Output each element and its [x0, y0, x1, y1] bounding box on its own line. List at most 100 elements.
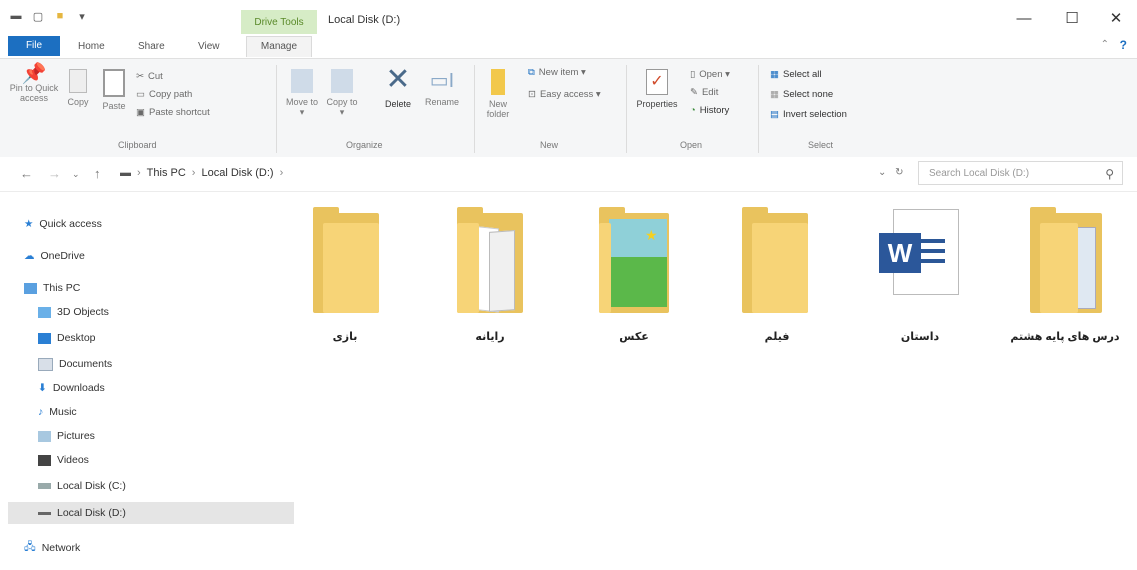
folder-label: درس های پایه هشتم — [1010, 331, 1120, 343]
ribbon-separator — [276, 65, 277, 153]
nav-item-onedrive[interactable]: ☁ OneDrive — [24, 246, 85, 266]
nav-label: Downloads — [52, 382, 105, 394]
select-none-button[interactable]: ▦ Select none — [770, 89, 833, 100]
breadcrumb-this-pc[interactable]: This PC — [147, 167, 186, 179]
open-button[interactable]: ▯ Open ▾ — [690, 69, 730, 80]
refresh-icon[interactable]: ↻ — [895, 167, 903, 178]
copy-to-label: Copy to ▾ — [326, 97, 358, 117]
breadcrumb-separator: › — [279, 167, 284, 179]
history-label: History — [699, 105, 730, 116]
new-folder-button[interactable]: New folder — [480, 69, 516, 119]
collapse-ribbon-icon[interactable]: ⌃ — [1101, 39, 1109, 50]
breadcrumb-local-disk-d[interactable]: Local Disk (D:) — [201, 167, 273, 179]
nav-item-desktop[interactable]: Desktop — [38, 328, 96, 348]
nav-item-network[interactable]: 🖧 Network — [24, 538, 80, 558]
nav-item-quick-access[interactable]: ★ Quick access — [24, 214, 102, 234]
customize-qat-icon[interactable]: ▾ — [74, 8, 90, 24]
back-arrow-icon[interactable]: ← — [20, 166, 33, 181]
invert-selection-button[interactable]: ▤ Invert selection — [770, 109, 847, 120]
nav-item-local-disk-d[interactable]: Local Disk (D:) — [38, 503, 126, 523]
paste-shortcut-label: Paste shortcut — [148, 107, 210, 118]
new-folder-icon[interactable]: ■ — [52, 8, 68, 24]
nav-label: Network — [41, 542, 81, 554]
nav-item-documents[interactable]: Documents — [38, 354, 112, 374]
tab-home[interactable]: Home — [78, 38, 105, 56]
paste-label: Paste — [102, 101, 126, 111]
move-to-button[interactable]: Move to ▾ — [284, 69, 320, 117]
delete-button[interactable]: ✕ Delete — [378, 65, 418, 110]
pin-to-quick-access-button[interactable]: 📌 Pin to Quick access — [8, 64, 60, 103]
cut-label: Cut — [147, 71, 163, 82]
nav-item-music[interactable]: ♪ Music — [38, 402, 77, 422]
paste-icon — [103, 69, 125, 97]
paste-button[interactable]: Paste — [98, 69, 130, 111]
cut-button[interactable]: ✂ Cut — [136, 71, 163, 82]
paste-shortcut-button[interactable]: ▣ Paste shortcut — [136, 107, 210, 118]
select-none-icon: ▦ — [770, 89, 779, 100]
minimize-button[interactable]: — — [1008, 8, 1040, 28]
copy-to-button[interactable]: Copy to ▾ — [324, 69, 360, 117]
nav-item-downloads[interactable]: ⬇ Downloads — [38, 378, 105, 398]
nav-label: Documents — [59, 358, 113, 370]
tab-share[interactable]: Share — [138, 38, 165, 56]
rename-button[interactable]: ▭I Rename — [422, 69, 462, 107]
history-icon: ◔ — [690, 105, 696, 116]
history-button[interactable]: ◔ History — [690, 105, 729, 116]
select-all-button[interactable]: ▦ Select all — [770, 69, 822, 80]
breadcrumb-separator: › — [191, 167, 196, 179]
nav-label: Music — [49, 406, 77, 418]
nav-label: This PC — [43, 282, 81, 294]
properties-label: Properties — [636, 99, 678, 109]
easy-access-button[interactable]: ⊡ Easy access ▾ — [528, 89, 601, 100]
nav-item-videos[interactable]: Videos — [38, 450, 89, 470]
desktop-icon — [38, 332, 51, 344]
tab-view[interactable]: View — [198, 38, 220, 56]
close-button[interactable]: ✕ — [1100, 8, 1132, 28]
copy-button[interactable]: Copy — [62, 69, 94, 107]
drive-icon — [38, 511, 51, 515]
edit-button[interactable]: ✎ Edit — [690, 87, 718, 98]
help-icon[interactable]: ? — [1120, 38, 1127, 52]
pin-label: Pin to Quick access — [9, 83, 59, 103]
tab-file[interactable]: File — [8, 36, 60, 56]
forward-arrow-icon[interactable]: → — [48, 166, 61, 181]
drive-icon[interactable]: ▬ — [8, 8, 24, 24]
ribbon-tabs: File Home Share View Manage ⌃ ? — [0, 34, 1137, 59]
nav-label: Desktop — [57, 332, 96, 344]
folder-with-picture-icon: ★ — [599, 207, 669, 313]
copy-icon — [69, 69, 87, 93]
nav-label: Local Disk (D:) — [57, 507, 126, 519]
up-arrow-icon[interactable]: ↑ — [94, 166, 101, 181]
drive-icon: ▬ — [120, 167, 131, 179]
new-item-button[interactable]: ⧉ New item ▾ — [528, 67, 586, 78]
copy-path-button[interactable]: ▭ Copy path — [136, 89, 192, 100]
document-icon — [38, 357, 53, 371]
new-item-label: New item ▾ — [538, 67, 586, 78]
music-note-icon: ♪ — [38, 406, 44, 418]
tab-manage[interactable]: Manage — [246, 36, 312, 57]
address-dropdown-icon[interactable]: ⌄ — [878, 167, 886, 178]
maximize-button[interactable]: ☐ — [1056, 8, 1088, 28]
organize-group-label: Organize — [346, 140, 383, 150]
search-box[interactable]: Search Local Disk (D:) ⚲ — [918, 161, 1123, 185]
edit-label: Edit — [701, 87, 719, 98]
properties-button[interactable]: ✓ Properties — [630, 69, 684, 109]
address-row: ← → ⌄ ↑ ▬ › This PC › Local Disk (D:) › … — [0, 157, 1137, 192]
rename-label: Rename — [424, 97, 460, 107]
ribbon-separator — [758, 65, 759, 153]
edit-icon: ✎ — [690, 87, 698, 98]
properties-icon[interactable]: ▢ — [30, 8, 46, 24]
recent-locations-icon[interactable]: ⌄ — [72, 169, 80, 180]
nav-item-local-disk-c[interactable]: Local Disk (C:) — [38, 476, 126, 496]
select-all-icon: ▦ — [770, 69, 779, 80]
nav-item-3d-objects[interactable]: 3D Objects — [38, 302, 109, 322]
nav-label: 3D Objects — [57, 306, 109, 318]
nav-item-pictures[interactable]: Pictures — [38, 426, 95, 446]
nav-item-this-pc[interactable]: This PC — [24, 278, 80, 298]
search-input[interactable]: Search Local Disk (D:) — [929, 168, 1029, 179]
ribbon-separator — [626, 65, 627, 153]
new-item-icon: ⧉ — [528, 67, 535, 78]
select-all-label: Select all — [782, 69, 822, 80]
address-controls: ⌄ ↻ — [878, 167, 904, 178]
breadcrumb[interactable]: ▬ › This PC › Local Disk (D:) › — [120, 167, 283, 179]
